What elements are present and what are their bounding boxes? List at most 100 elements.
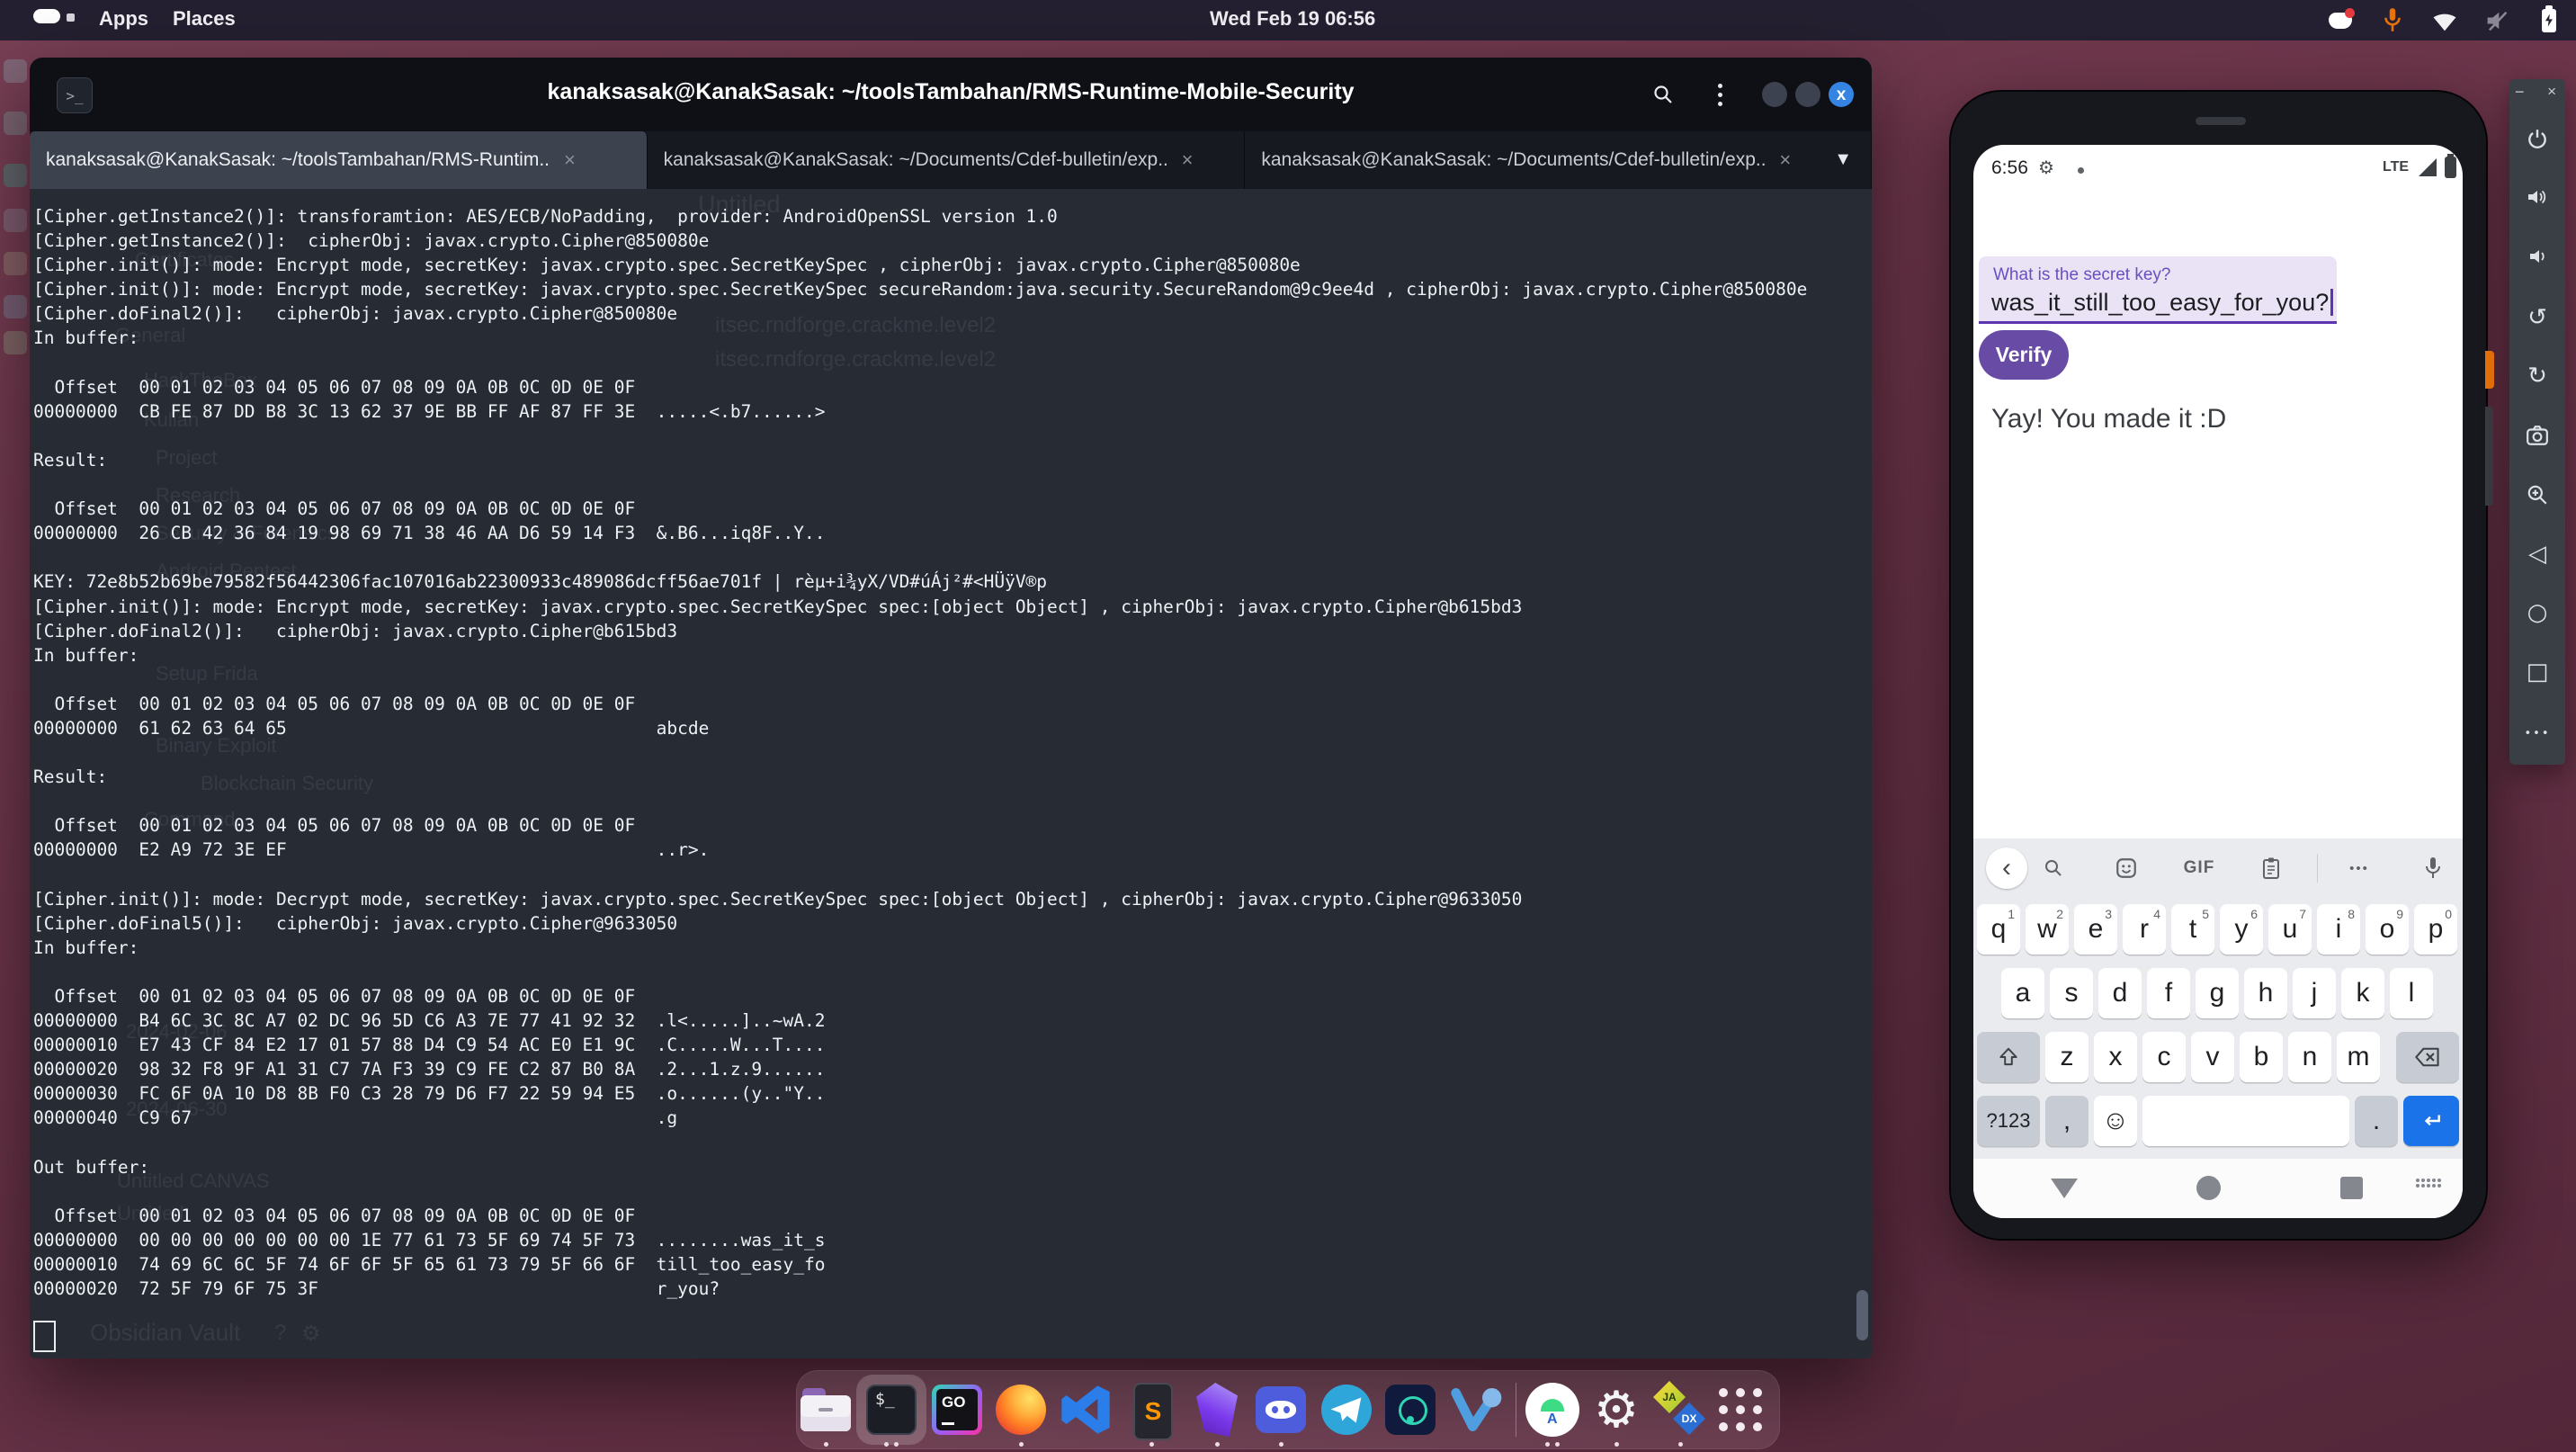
- kb-mic-icon[interactable]: [2412, 847, 2454, 889]
- key-j[interactable]: j: [2293, 968, 2336, 1018]
- key-space[interactable]: [2142, 1096, 2349, 1146]
- key-w[interactable]: w2: [2026, 904, 2069, 955]
- key-h[interactable]: h: [2244, 968, 2287, 1018]
- terminal-titlebar[interactable]: >_ kanaksasak@KanakSasak: ~/toolsTambaha…: [30, 58, 1872, 131]
- apps-menu[interactable]: Apps: [99, 7, 148, 31]
- activities-indicator[interactable]: [33, 9, 60, 23]
- terminal-tab-2[interactable]: kanaksasak@KanakSasak: ~/Documents/Cdef-…: [648, 131, 1246, 189]
- minimize-button[interactable]: [1762, 82, 1787, 107]
- emulator-minimize[interactable]: −: [2515, 83, 2525, 102]
- emulator-zoom-button[interactable]: [2509, 475, 2565, 515]
- key-y[interactable]: y6: [2220, 904, 2263, 955]
- key-period[interactable]: .: [2355, 1096, 2398, 1146]
- dock-item-app-grid[interactable]: [1712, 1381, 1769, 1439]
- keyboard-switch-icon[interactable]: [2416, 1179, 2443, 1198]
- launcher-icon[interactable]: [4, 331, 27, 354]
- key-i[interactable]: i8: [2317, 904, 2360, 955]
- dock-item-goland[interactable]: GO: [928, 1381, 986, 1439]
- launcher-icon[interactable]: [4, 59, 27, 83]
- kb-more-dots-icon[interactable]: •••: [2339, 847, 2380, 889]
- launcher-icon[interactable]: [4, 209, 27, 232]
- dock-item-firefox[interactable]: [992, 1381, 1050, 1447]
- close-button[interactable]: x: [1829, 82, 1854, 107]
- volume-muted-icon[interactable]: [2482, 6, 2511, 35]
- discord-tray-icon[interactable]: [2326, 6, 2355, 35]
- dock-item-jadx[interactable]: JA DX: [1651, 1381, 1709, 1447]
- key-n[interactable]: n: [2288, 1032, 2331, 1082]
- key-e[interactable]: e3: [2074, 904, 2117, 955]
- dock-item-sublime-text[interactable]: S: [1123, 1381, 1180, 1447]
- key-s[interactable]: s: [2050, 968, 2093, 1018]
- dock-item-android-studio[interactable]: A: [1524, 1381, 1581, 1447]
- battery-icon[interactable]: [2535, 4, 2563, 35]
- dock-item-discord[interactable]: [1252, 1381, 1310, 1447]
- tab-close-icon[interactable]: ×: [1779, 148, 1791, 172]
- key-o[interactable]: o9: [2366, 904, 2409, 955]
- menu-button[interactable]: [1703, 77, 1737, 112]
- nav-back-icon[interactable]: [2051, 1179, 2078, 1198]
- key-symbols[interactable]: ?123: [1977, 1096, 2040, 1146]
- launcher-icon[interactable]: [4, 112, 27, 135]
- terminal-output[interactable]: Untitled itsec.rndforge.crackme.level2 its…: [30, 189, 1872, 1358]
- emulator-rotate-ccw-button[interactable]: ↺: [2509, 298, 2565, 337]
- tab-close-icon[interactable]: ×: [564, 148, 576, 172]
- dock-item-gitkraken[interactable]: [1382, 1381, 1439, 1439]
- dock-item-terminal[interactable]: $_: [856, 1375, 926, 1447]
- kb-search-icon[interactable]: [2033, 847, 2074, 889]
- launcher-icon[interactable]: [4, 252, 27, 275]
- clock[interactable]: Wed Feb 19 06:56: [1210, 7, 1375, 31]
- launcher-icon[interactable]: [4, 295, 27, 318]
- nav-overview-icon[interactable]: [2340, 1177, 2363, 1199]
- key-v[interactable]: v: [2191, 1032, 2234, 1082]
- terminal-tab-3[interactable]: kanaksasak@KanakSasak: ~/Documents/Cdef-…: [1245, 131, 1872, 189]
- tab-close-icon[interactable]: ×: [1182, 148, 1194, 172]
- emulator-back-button[interactable]: ◁: [2509, 534, 2565, 574]
- key-f[interactable]: f: [2147, 968, 2190, 1018]
- kb-clipboard-icon[interactable]: [2250, 847, 2292, 889]
- key-m[interactable]: m: [2337, 1032, 2380, 1082]
- emulator-volume-up-button[interactable]: [2509, 177, 2565, 217]
- key-k[interactable]: k: [2341, 968, 2384, 1018]
- key-g[interactable]: g: [2196, 968, 2239, 1018]
- key-l[interactable]: l: [2390, 968, 2433, 1018]
- kb-back-chevron-icon[interactable]: ‹: [1986, 847, 2027, 889]
- nav-home-icon[interactable]: [2196, 1176, 2221, 1200]
- dock-item-obsidian[interactable]: [1188, 1381, 1246, 1447]
- key-p[interactable]: p0: [2414, 904, 2457, 955]
- key-comma[interactable]: ,: [2045, 1096, 2089, 1146]
- emulator-rotate-cw-button[interactable]: ↻: [2509, 356, 2565, 396]
- key-a[interactable]: a: [2001, 968, 2044, 1018]
- microphone-icon[interactable]: [2378, 6, 2407, 35]
- tab-list-dropdown-icon[interactable]: ▼: [1834, 149, 1852, 170]
- verify-button[interactable]: Verify: [1979, 330, 2069, 380]
- wifi-icon[interactable]: [2430, 6, 2459, 35]
- emulator-screenshot-button[interactable]: [2509, 416, 2565, 455]
- key-emoji[interactable]: ☺: [2094, 1096, 2137, 1146]
- emulator-power-button[interactable]: [2509, 120, 2565, 159]
- dock-item-telegram[interactable]: [1318, 1381, 1375, 1439]
- key-d[interactable]: d: [2098, 968, 2142, 1018]
- dock-item-blue-v-app[interactable]: [1446, 1381, 1504, 1439]
- kb-gif-icon[interactable]: GIF: [2178, 847, 2220, 889]
- key-enter[interactable]: [2403, 1096, 2459, 1146]
- emulator-more-button[interactable]: •••: [2509, 713, 2565, 753]
- key-backspace[interactable]: [2396, 1032, 2459, 1082]
- kb-sticker-icon[interactable]: [2106, 847, 2147, 889]
- launcher-icon[interactable]: [4, 164, 27, 187]
- dock-item-settings[interactable]: ⚙: [1588, 1381, 1645, 1447]
- secret-key-field[interactable]: What is the secret key? was_it_still_too…: [1979, 256, 2337, 324]
- terminal-scrollbar[interactable]: [1856, 1290, 1868, 1340]
- emulator-volume-down-button[interactable]: [2509, 237, 2565, 276]
- terminal-tab-1[interactable]: kanaksasak@KanakSasak: ~/toolsTambahan/R…: [30, 131, 648, 189]
- key-u[interactable]: u7: [2268, 904, 2312, 955]
- maximize-button[interactable]: [1795, 82, 1820, 107]
- emulator-home-button[interactable]: ○: [2509, 593, 2565, 632]
- key-b[interactable]: b: [2240, 1032, 2283, 1082]
- key-q[interactable]: q1: [1977, 904, 2020, 955]
- key-z[interactable]: z: [2045, 1032, 2089, 1082]
- dock-item-vscode[interactable]: [1057, 1381, 1114, 1439]
- dock-item-files[interactable]: [797, 1381, 854, 1447]
- emulator-close[interactable]: ×: [2547, 83, 2556, 101]
- key-c[interactable]: c: [2142, 1032, 2186, 1082]
- emulator-overview-button[interactable]: □: [2509, 652, 2565, 692]
